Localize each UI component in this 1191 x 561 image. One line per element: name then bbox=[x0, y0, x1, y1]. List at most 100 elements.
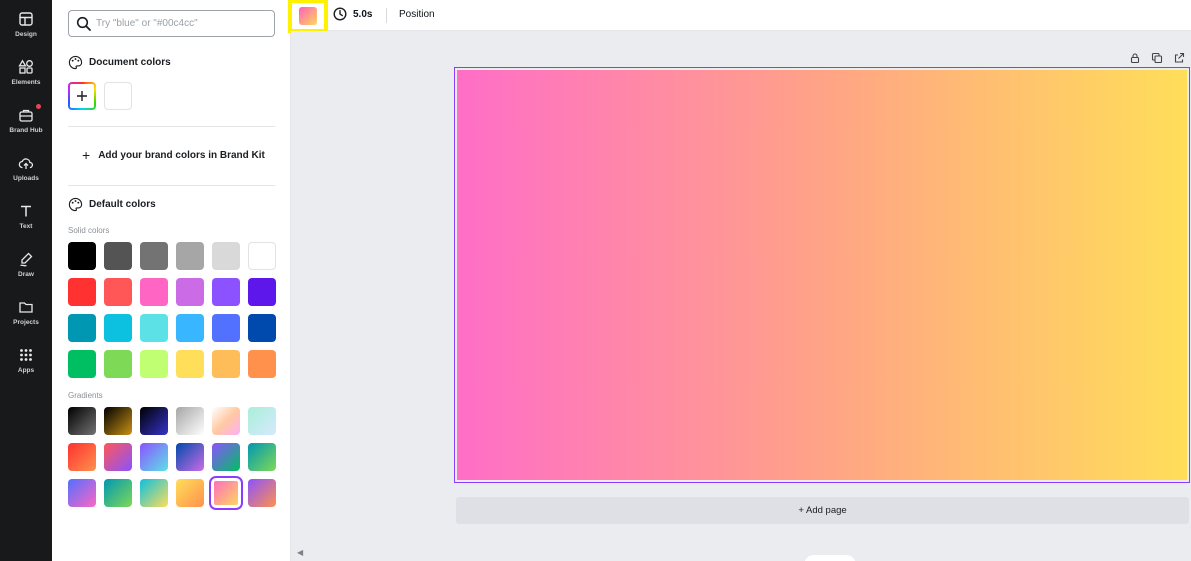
duration-button[interactable]: 5.0s bbox=[333, 7, 372, 21]
rail-item-uploads[interactable]: Uploads bbox=[0, 146, 52, 190]
color-swatch[interactable] bbox=[212, 314, 240, 342]
rail-item-label: Apps bbox=[17, 366, 35, 374]
gradient-swatch[interactable] bbox=[68, 479, 96, 507]
page-nav-handle[interactable] bbox=[804, 555, 856, 561]
gradient-swatch[interactable] bbox=[176, 407, 204, 435]
color-swatch[interactable] bbox=[248, 278, 276, 306]
clock-icon bbox=[333, 7, 347, 21]
color-swatch[interactable] bbox=[104, 314, 132, 342]
gradient-swatch[interactable] bbox=[212, 407, 240, 435]
editor-toolbar: 5.0s Position bbox=[288, 0, 1191, 33]
gradient-swatch[interactable] bbox=[104, 443, 132, 471]
share-page-icon[interactable] bbox=[1173, 51, 1185, 63]
color-swatch[interactable] bbox=[248, 314, 276, 342]
color-swatch[interactable] bbox=[248, 350, 276, 378]
color-swatch[interactable] bbox=[140, 314, 168, 342]
notification-badge bbox=[36, 104, 41, 109]
rail-item-label: Projects bbox=[13, 318, 39, 326]
color-swatch[interactable] bbox=[104, 242, 132, 270]
gradient-swatch[interactable] bbox=[176, 479, 204, 507]
add-page-button[interactable]: + Add page bbox=[456, 497, 1189, 524]
gradient-swatch[interactable] bbox=[176, 443, 204, 471]
color-swatch[interactable] bbox=[68, 314, 96, 342]
color-swatch[interactable] bbox=[68, 350, 96, 378]
gradient-swatch[interactable] bbox=[248, 407, 276, 435]
add-brand-colors-label: Add your brand colors in Brand Kit bbox=[98, 149, 265, 161]
document-colors-heading: Document colors bbox=[68, 55, 171, 70]
color-search[interactable] bbox=[68, 10, 275, 37]
gradient-swatch[interactable] bbox=[104, 479, 132, 507]
design-page[interactable] bbox=[454, 67, 1190, 483]
grid-icon bbox=[18, 347, 34, 363]
color-swatch[interactable] bbox=[212, 350, 240, 378]
rail-item-design[interactable]: Design bbox=[0, 2, 52, 46]
rail-item-label: Uploads bbox=[13, 174, 39, 182]
pen-icon bbox=[18, 251, 34, 267]
gradient-swatch[interactable] bbox=[68, 407, 96, 435]
gradient-swatch[interactable] bbox=[140, 443, 168, 471]
color-panel: Document colors + Add your brand colors … bbox=[52, 0, 291, 561]
lock-icon[interactable] bbox=[1129, 51, 1141, 64]
add-brand-colors-button[interactable]: + Add your brand colors in Brand Kit bbox=[82, 148, 265, 162]
color-swatch[interactable] bbox=[212, 242, 240, 270]
gradient-swatch[interactable] bbox=[68, 443, 96, 471]
gradients-grid bbox=[68, 407, 276, 510]
rail-item-label: Text bbox=[19, 222, 33, 230]
canvas-workspace: + Add page ◀ bbox=[291, 31, 1191, 561]
rail-item-draw[interactable]: Draw bbox=[0, 242, 52, 286]
color-swatch[interactable] bbox=[176, 350, 204, 378]
rail-item-label: Draw bbox=[18, 270, 34, 278]
solid-colors-grid bbox=[68, 242, 276, 378]
rail-item-elements[interactable]: Elements bbox=[0, 50, 52, 94]
rail-item-text[interactable]: Text bbox=[0, 194, 52, 238]
color-swatch[interactable] bbox=[68, 278, 96, 306]
color-swatch[interactable] bbox=[68, 242, 96, 270]
gradient-swatch[interactable] bbox=[248, 443, 276, 471]
gradient-swatch[interactable] bbox=[212, 443, 240, 471]
color-swatch[interactable] bbox=[176, 242, 204, 270]
gradient-swatch[interactable] bbox=[140, 479, 168, 507]
gradient-swatch[interactable] bbox=[104, 407, 132, 435]
add-color-button[interactable] bbox=[68, 82, 96, 110]
default-colors-heading: Default colors bbox=[68, 197, 156, 212]
plus-icon: + bbox=[82, 147, 91, 163]
folder-icon bbox=[18, 299, 34, 315]
document-color-swatch[interactable] bbox=[104, 82, 132, 110]
gradient-swatch[interactable] bbox=[248, 479, 276, 507]
rail-item-apps[interactable]: Apps bbox=[0, 338, 52, 382]
cloud-upload-icon bbox=[18, 155, 34, 171]
color-swatch[interactable] bbox=[212, 278, 240, 306]
solid-colors-label: Solid colors bbox=[68, 226, 110, 235]
current-fill-chip bbox=[299, 7, 317, 25]
rail-item-label: Brand Hub bbox=[9, 126, 43, 134]
color-swatch[interactable] bbox=[140, 278, 168, 306]
gradients-label: Gradients bbox=[68, 391, 103, 400]
search-icon bbox=[76, 16, 91, 31]
color-swatch[interactable] bbox=[140, 350, 168, 378]
duration-label: 5.0s bbox=[353, 8, 373, 20]
divider bbox=[68, 126, 275, 127]
duplicate-page-icon[interactable] bbox=[1151, 51, 1163, 64]
plus-icon bbox=[77, 91, 87, 101]
rail-item-projects[interactable]: Projects bbox=[0, 290, 52, 334]
divider bbox=[68, 185, 275, 186]
color-swatch[interactable] bbox=[140, 242, 168, 270]
layout-icon bbox=[18, 11, 34, 27]
page-background bbox=[457, 70, 1187, 480]
text-icon bbox=[18, 203, 34, 219]
palette-brush-icon bbox=[68, 55, 83, 70]
color-search-input[interactable] bbox=[96, 14, 271, 33]
position-button[interactable]: Position bbox=[399, 9, 435, 20]
gradient-swatch[interactable] bbox=[140, 407, 168, 435]
color-swatch[interactable] bbox=[176, 314, 204, 342]
scroll-left-arrow[interactable]: ◀ bbox=[297, 548, 303, 557]
rail-item-brand-hub[interactable]: Brand Hub bbox=[0, 98, 52, 142]
color-swatch[interactable] bbox=[248, 242, 276, 270]
fill-color-button[interactable] bbox=[288, 0, 328, 33]
color-swatch[interactable] bbox=[104, 278, 132, 306]
gradient-swatch[interactable] bbox=[209, 476, 243, 510]
color-swatch[interactable] bbox=[104, 350, 132, 378]
color-swatch[interactable] bbox=[176, 278, 204, 306]
rail-item-label: Elements bbox=[11, 78, 41, 86]
briefcase-icon bbox=[18, 107, 34, 123]
